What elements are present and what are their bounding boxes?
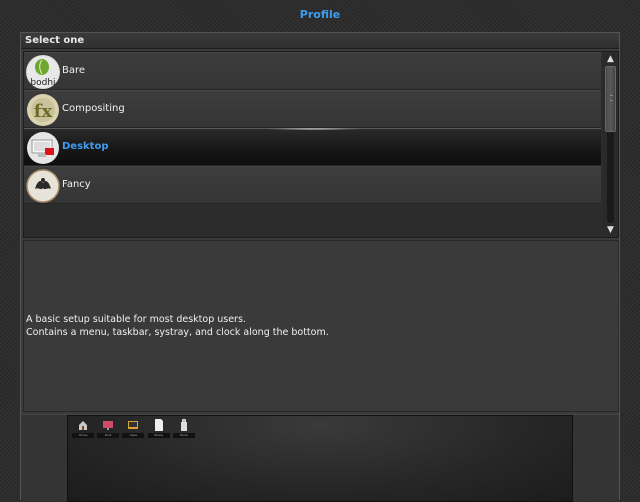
- preview-monitor-icon: Root: [97, 418, 120, 440]
- svg-text:fx: fx: [34, 101, 53, 122]
- scroll-down-icon[interactable]: ▼: [603, 224, 618, 236]
- profile-list: bodhi Bare fx Compositing Desktop Fancy …: [23, 51, 619, 238]
- description-line-1: A basic setup suitable for most desktop …: [26, 314, 246, 325]
- profile-selector-frame: Select one bodhi Bare fx Compositing Des…: [20, 32, 620, 502]
- profile-description: A basic setup suitable for most desktop …: [23, 240, 619, 412]
- profile-item-fancy[interactable]: Fancy: [24, 166, 601, 204]
- profile-label-desktop: Desktop: [62, 141, 109, 152]
- preview-home-icon: Home: [72, 418, 94, 440]
- window-title: Profile: [299, 8, 341, 21]
- preview-shelf: Home Root Apps Share Temp: [70, 418, 195, 440]
- desktop-preview-image: Home Root Apps Share Temp: [67, 415, 573, 502]
- profile-item-compositing[interactable]: fx Compositing: [24, 90, 601, 128]
- compositing-fx-icon: fx: [26, 93, 60, 127]
- preview-trash-icon: Temp: [172, 418, 195, 440]
- fancy-ornament-icon: [26, 169, 60, 203]
- preview-area: Home Root Apps Share Temp: [21, 414, 619, 502]
- svg-text:bodhi: bodhi: [30, 78, 55, 88]
- profile-list-scrollbar[interactable]: ▲ ▼: [603, 52, 618, 237]
- profile-label-fancy: Fancy: [62, 179, 91, 190]
- preview-document-icon: Share: [147, 418, 170, 440]
- preview-terminal-icon: Apps: [122, 418, 145, 440]
- scroll-up-icon[interactable]: ▲: [603, 53, 618, 65]
- profile-label-compositing: Compositing: [62, 103, 125, 114]
- scroll-grip-icon: [610, 95, 612, 101]
- profile-item-desktop[interactable]: Desktop: [24, 128, 601, 166]
- profile-item-bare[interactable]: bodhi Bare: [24, 52, 601, 90]
- desktop-icon: [26, 131, 60, 165]
- bodhi-leaf-icon: bodhi: [26, 55, 60, 89]
- section-header: Select one: [21, 33, 619, 49]
- description-line-2: Contains a menu, taskbar, systray, and c…: [26, 327, 329, 338]
- profile-label-bare: Bare: [62, 65, 86, 76]
- scroll-thumb[interactable]: [605, 66, 616, 132]
